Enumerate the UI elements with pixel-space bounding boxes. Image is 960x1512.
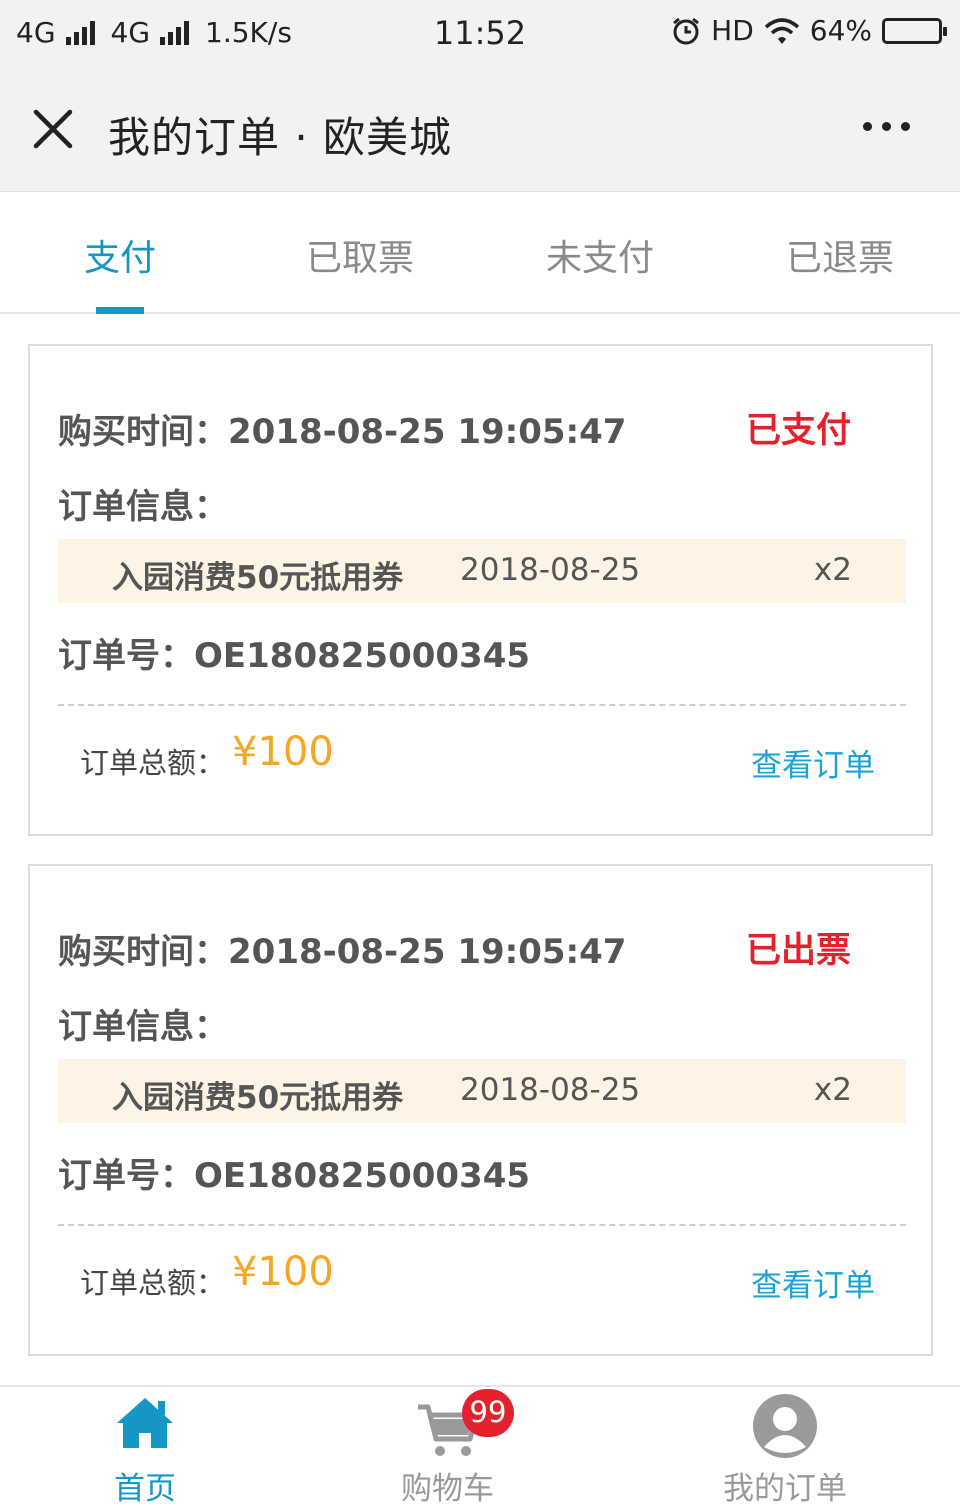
page-title: 我的订单 · 欧美城 <box>108 113 453 162</box>
total-value: ¥100 <box>232 1249 334 1295</box>
order-number: 订单号：OE180825000345 <box>58 636 531 676</box>
order-info-label: 订单信息： <box>58 487 228 527</box>
total-label: 订单总额： <box>80 1266 226 1300</box>
order-card: 购买时间：2018-08-25 19:05:47 已出票 订单信息： 入园消费5… <box>28 864 933 1356</box>
order-item-row: 入园消费50元抵用券 2018-08-25 x2 <box>58 539 906 603</box>
close-icon[interactable] <box>30 106 76 152</box>
order-number: 订单号：OE180825000345 <box>58 1156 531 1196</box>
user-icon <box>753 1394 817 1458</box>
item-name: 入园消费50元抵用券 <box>112 1080 404 1116</box>
battery-percent: 64% <box>809 14 872 47</box>
order-card: 购买时间：2018-08-25 19:05:47 已支付 订单信息： 入园消费5… <box>28 344 933 836</box>
item-date: 2018-08-25 <box>460 552 641 588</box>
item-name: 入园消费50元抵用券 <box>112 560 404 596</box>
order-info-label: 订单信息： <box>58 1007 228 1047</box>
order-status: 已支付 <box>745 411 851 451</box>
bottom-nav-label: 我的订单 <box>723 1471 847 1507</box>
home-icon <box>117 1398 173 1448</box>
bottom-nav-label: 购物车 <box>401 1471 494 1507</box>
tab-refunded[interactable]: 已退票 <box>720 193 960 312</box>
battery-icon <box>882 17 947 44</box>
status-right: HD 64% <box>671 14 947 47</box>
view-order-link[interactable]: 查看订单 <box>751 1260 875 1305</box>
total-value: ¥100 <box>232 729 334 775</box>
bottom-nav-label: 首页 <box>114 1471 176 1507</box>
more-icon[interactable] <box>863 122 910 131</box>
cart-badge: 99 <box>462 1389 514 1437</box>
bottom-nav-orders[interactable]: 我的订单 <box>640 1387 930 1512</box>
purchase-time: 购买时间：2018-08-25 19:05:47 <box>58 412 627 452</box>
nav-bar: 我的订单 · 欧美城 <box>0 66 960 192</box>
dashed-divider <box>58 1224 906 1226</box>
bottom-nav: 首页 99 购物车 我的订单 <box>0 1385 960 1512</box>
tab-paid[interactable]: 支付 <box>0 193 240 314</box>
tab-collected[interactable]: 已取票 <box>240 193 480 312</box>
total-label: 订单总额： <box>80 746 226 780</box>
alarm-icon <box>673 17 700 44</box>
order-tabs: 支付 已取票 未支付 已退票 <box>0 193 960 314</box>
purchase-time: 购买时间：2018-08-25 19:05:47 <box>58 932 627 972</box>
wifi-icon <box>764 17 799 44</box>
dashed-divider <box>58 704 906 706</box>
item-quantity: x2 <box>813 552 852 588</box>
hd-label: HD <box>711 14 754 47</box>
order-item-row: 入园消费50元抵用券 2018-08-25 x2 <box>58 1059 906 1123</box>
tab-unpaid[interactable]: 未支付 <box>480 193 720 312</box>
item-quantity: x2 <box>813 1072 852 1108</box>
view-order-link[interactable]: 查看订单 <box>751 740 875 785</box>
item-date: 2018-08-25 <box>460 1072 641 1108</box>
status-bar: 4G 4G 1.5K/s 11:52 HD 64% <box>0 0 960 66</box>
bottom-nav-home[interactable]: 首页 <box>0 1387 290 1512</box>
order-status: 已出票 <box>745 931 851 971</box>
bottom-nav-cart[interactable]: 99 购物车 <box>300 1387 595 1512</box>
